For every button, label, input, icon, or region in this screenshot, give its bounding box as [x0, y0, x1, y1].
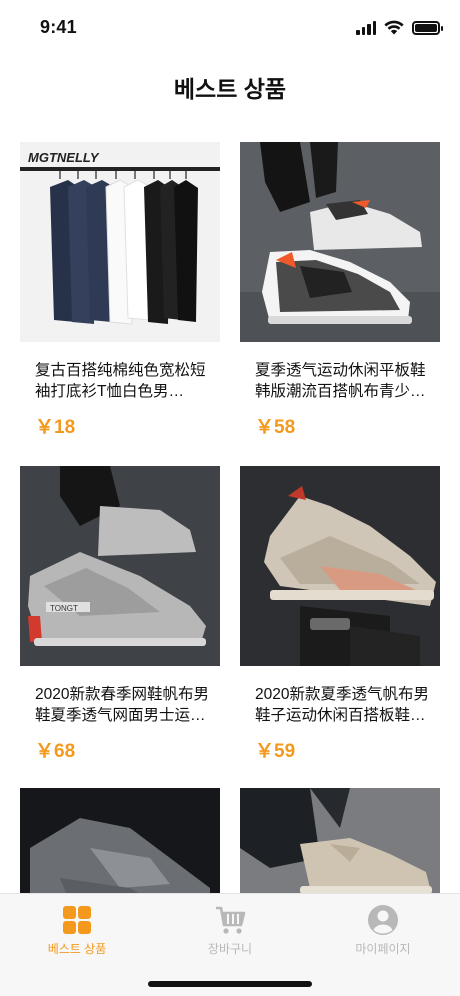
- battery-icon: [412, 20, 443, 35]
- tab-my-page[interactable]: 마이페이지: [323, 904, 443, 957]
- product-price: ￥59: [255, 741, 296, 762]
- product-name: 2020新款夏季透气帆布男鞋子运动休闲百搭板鞋…: [255, 686, 429, 724]
- cart-icon: [216, 906, 246, 934]
- product-card[interactable]: 2020新款夏季透气帆布男鞋子运动休闲百搭板鞋… ￥59: [240, 466, 440, 763]
- tab-cart[interactable]: 장바구니: [170, 904, 290, 957]
- svg-text:MGTNELLY: MGTNELLY: [28, 150, 100, 165]
- tab-bar: 베스트 상품 장바구니 마이페이지: [0, 893, 460, 996]
- product-price: ￥68: [35, 741, 76, 762]
- wifi-icon: [384, 20, 404, 35]
- tab-best-products[interactable]: 베스트 상품: [17, 904, 137, 957]
- product-price: ￥58: [255, 417, 296, 438]
- tshirt-rack-image: MGTNELLY: [20, 142, 220, 342]
- product-name: 复古百搭纯棉纯色宽松短袖打底衫T恤白色男…: [35, 362, 206, 400]
- user-icon: [368, 905, 398, 935]
- product-card[interactable]: TONGT 2020新款春季网鞋帆布男鞋夏季透气网面男士运… ￥68: [20, 466, 220, 763]
- sneaker-image: [240, 466, 440, 666]
- tab-label: 마이페이지: [355, 942, 411, 956]
- product-name: 2020新款春季网鞋帆布男鞋夏季透气网面男士运…: [35, 686, 209, 724]
- product-card[interactable]: MGTNELLY 复古百搭纯棉纯色宽松短袖打底衫T恤白色男… ￥18: [20, 142, 220, 439]
- sneaker-image: TONGT: [20, 466, 220, 666]
- home-indicator: [148, 981, 312, 987]
- tab-label: 장바구니: [207, 942, 253, 956]
- product-price: ￥18: [35, 417, 76, 438]
- status-icons: [356, 20, 443, 35]
- status-time: 9:41: [40, 17, 77, 37]
- status-bar: 9:41: [0, 0, 460, 56]
- cellular-signal-icon: [356, 20, 376, 35]
- page-title: 베스트 상품: [173, 76, 287, 102]
- product-card[interactable]: 夏季透气运动休闲平板鞋韩版潮流百搭帆布青少年… ￥58: [240, 142, 440, 439]
- svg-text:TONGT: TONGT: [50, 604, 78, 613]
- sneaker-image: [240, 142, 440, 342]
- grid-icon: [63, 906, 91, 934]
- tab-label: 베스트 상품: [47, 942, 107, 956]
- product-name: 夏季透气运动休闲平板鞋韩版潮流百搭帆布青少年…: [255, 362, 426, 400]
